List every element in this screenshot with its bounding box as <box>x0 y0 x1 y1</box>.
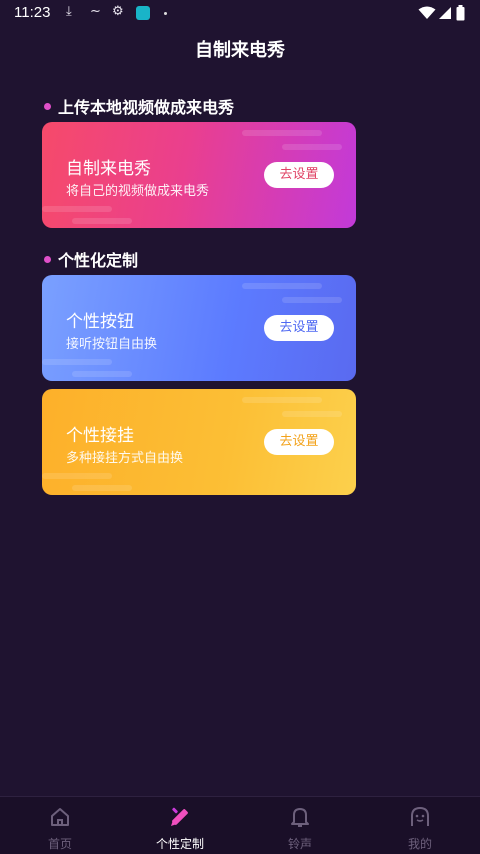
section-header-personalize: 个性化定制 <box>44 247 138 271</box>
download-icon: ⤓ <box>66 4 72 19</box>
section-title: 个性化定制 <box>58 251 139 270</box>
tab-label: 首页 <box>47 837 72 851</box>
card-subtitle: 将自己的视频做成来电秀 <box>66 184 210 199</box>
card-title: 个性接挂 <box>66 426 134 446</box>
decor-stripe <box>42 359 112 365</box>
notification-icon: ~ <box>90 4 101 19</box>
set-custom-answer-hangup-button[interactable]: 去设置 <box>264 429 334 455</box>
battery-icon <box>456 5 465 21</box>
bell-icon <box>291 808 309 827</box>
decor-stripe <box>242 397 322 403</box>
decor-stripe <box>282 144 342 150</box>
card-title: 自制来电秀 <box>66 159 151 179</box>
decor-stripe <box>282 411 342 417</box>
wifi-icon <box>418 6 436 19</box>
set-custom-call-show-button[interactable]: 去设置 <box>264 162 334 188</box>
section-header-upload: 上传本地视频做成来电秀 <box>44 94 234 118</box>
decor-stripe <box>282 297 342 303</box>
set-custom-button-button[interactable]: 去设置 <box>264 315 334 341</box>
decor-stripe <box>242 130 322 136</box>
decor-stripe <box>72 218 132 224</box>
tab-profile[interactable]: 我的 <box>360 797 480 854</box>
section-bullet <box>44 102 51 110</box>
card-custom-answer-hangup[interactable]: 个性接挂 多种接挂方式自由换 去设置 <box>42 389 356 495</box>
decor-stripe <box>42 206 112 212</box>
more-notifications-icon <box>164 12 167 15</box>
card-custom-button[interactable]: 个性按钮 接听按钮自由换 去设置 <box>42 275 356 381</box>
card-subtitle: 多种接挂方式自由换 <box>66 451 184 466</box>
page-title: 自制来电秀 <box>195 40 285 61</box>
tab-label: 铃声 <box>287 837 312 851</box>
settings-status-icon: ⚙ <box>112 4 124 19</box>
decor-stripe <box>242 283 322 289</box>
section-title: 上传本地视频做成来电秀 <box>58 98 235 117</box>
section-bullet <box>44 255 51 263</box>
tab-label: 我的 <box>407 837 432 851</box>
pencil-icon <box>171 807 188 826</box>
card-title: 个性按钮 <box>66 312 134 332</box>
bottom-tab-bar: 首页 个性定制 铃声 我的 <box>0 796 480 854</box>
profile-face-icon <box>411 806 429 826</box>
status-time: 11:23 <box>14 4 51 21</box>
app-notification-icon <box>136 6 150 20</box>
signal-icon <box>439 7 451 19</box>
status-bar: 11:23 ⤓ ~ ⚙ <box>0 0 480 26</box>
tab-customize[interactable]: 个性定制 <box>120 797 240 854</box>
tab-ringtone[interactable]: 铃声 <box>240 797 360 854</box>
tab-home[interactable]: 首页 <box>0 797 120 854</box>
decor-stripe <box>72 371 132 377</box>
card-subtitle: 接听按钮自由换 <box>66 337 158 352</box>
decor-stripe <box>42 473 112 479</box>
card-custom-call-show[interactable]: 自制来电秀 将自己的视频做成来电秀 去设置 <box>42 122 356 228</box>
home-icon <box>51 808 69 826</box>
decor-stripe <box>72 485 132 491</box>
tab-label: 个性定制 <box>155 837 204 851</box>
